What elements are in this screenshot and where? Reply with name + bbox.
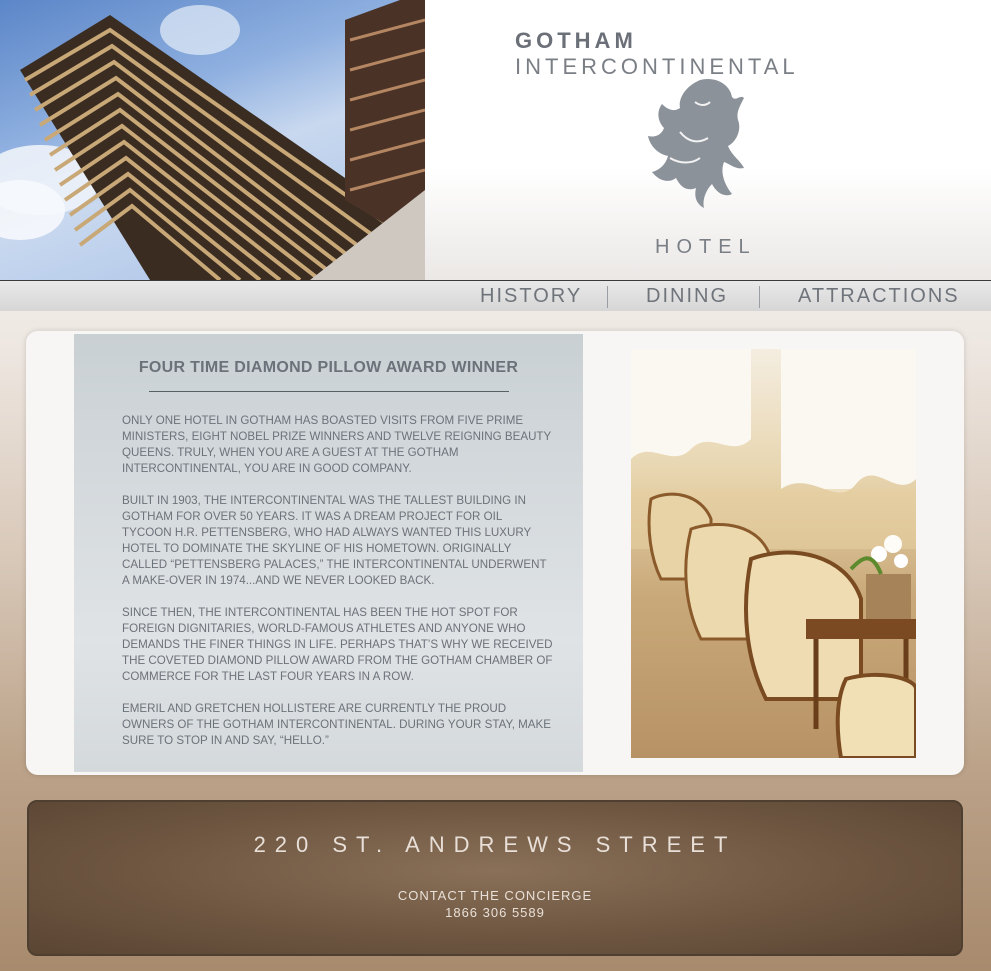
nav-divider (759, 286, 760, 308)
content-card: FOUR TIME DIAMOND PILLOW AWARD WINNER ON… (26, 331, 964, 775)
nav-dining[interactable]: DINING (646, 285, 728, 308)
paragraph: ONLY ONE HOTEL IN GOTHAM HAS BOASTED VIS… (122, 414, 552, 475)
nav-history[interactable]: HISTORY (480, 285, 582, 308)
paragraph: BUILT IN 1903, THE INTERCONTINENTAL WAS … (122, 494, 547, 587)
nav-divider (607, 286, 608, 308)
brand-sub: HOTEL (655, 236, 757, 258)
brand-name-bold: GOTHAM (515, 28, 637, 53)
phone-number[interactable]: 1866 306 5589 (29, 905, 961, 920)
lion-rampant-icon (640, 72, 755, 212)
text-panel: FOUR TIME DIAMOND PILLOW AWARD WINNER ON… (74, 334, 583, 772)
lounge-photo (631, 349, 916, 758)
footer: 220 ST. ANDREWS STREET CONTACT THE CONCI… (27, 800, 963, 956)
main-nav: HISTORY DINING ATTRACTIONS (0, 281, 991, 311)
title-divider (149, 391, 509, 392)
header: GOTHAM INTERCONTINENTAL HOTEL (0, 0, 991, 280)
page-title: FOUR TIME DIAMOND PILLOW AWARD WINNER (138, 359, 519, 376)
tower-photo (0, 0, 425, 280)
contact-concierge-link[interactable]: CONTACT THE CONCIERGE (29, 888, 961, 903)
paragraph: EMERIL AND GRETCHEN HOLLISTERE ARE CURRE… (122, 702, 552, 747)
nav-attractions[interactable]: ATTRACTIONS (798, 285, 960, 308)
address: 220 ST. ANDREWS STREET (253, 832, 737, 857)
paragraph: SINCE THEN, THE INTERCONTINENTAL HAS BEE… (122, 606, 553, 683)
